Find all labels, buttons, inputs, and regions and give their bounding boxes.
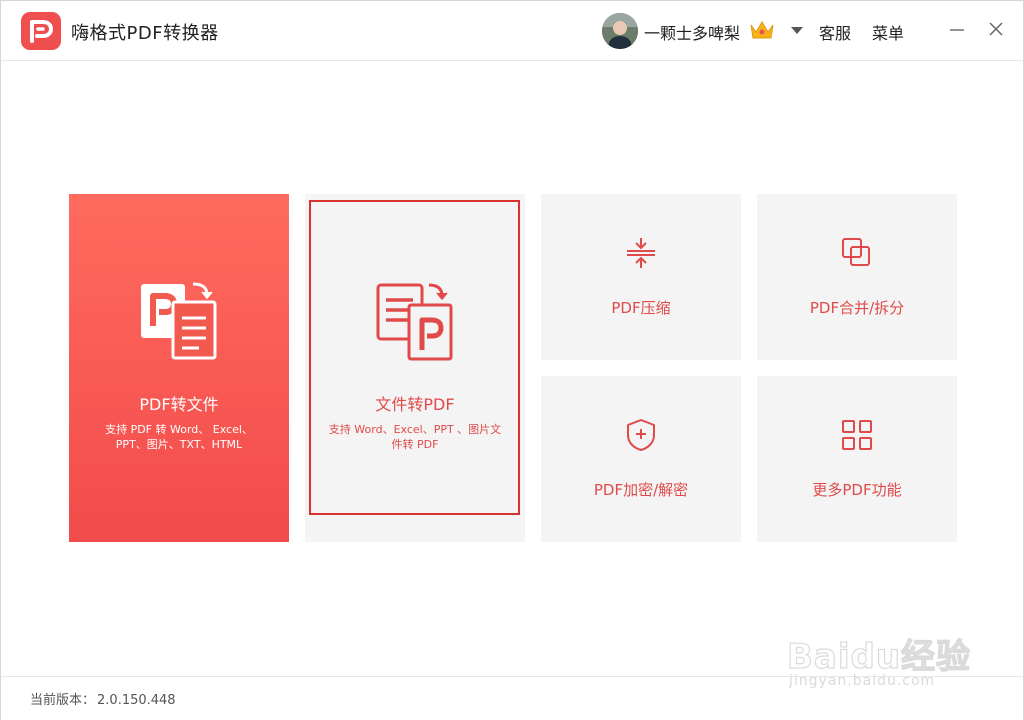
merge-squares-icon: [757, 236, 957, 270]
grid-icon: [757, 418, 957, 452]
crown-icon: [748, 19, 776, 45]
more-pdf-functions-title: 更多PDF功能: [812, 481, 902, 499]
version-info: 当前版本： 2.0.150.448: [30, 689, 176, 708]
file-to-pdf-card[interactable]: 文件转PDF 支持 Word、Excel、PPT 、图片文 件转 PDF: [305, 194, 525, 542]
pdf-merge-split-title: PDF合并/拆分: [809, 299, 905, 317]
pdf-to-document-icon: [69, 280, 289, 362]
file-to-pdf-desc-line1: 支持 Word、Excel、PPT 、图片文: [328, 423, 502, 436]
baidu-watermark: Baidu经验 jingyan.baidu.com: [786, 613, 977, 693]
app-title: 嗨格式PDF转换器: [71, 23, 219, 44]
customer-service-button[interactable]: 客服: [819, 20, 851, 44]
compress-icon: [541, 236, 741, 270]
version-number: 2.0.150.448: [97, 693, 176, 708]
pdf-p-logo-icon: [21, 12, 61, 50]
version-label: 当前版本：: [30, 693, 96, 708]
app-window: 嗨格式PDF转换器 一颗士多啤梨 客服 菜单 PDF转文件 支持 PDF 转 W…: [0, 0, 1024, 720]
pdf-compress-card[interactable]: PDF压缩: [541, 194, 741, 360]
pdf-to-file-desc: 支持 PDF 转 Word、 Excel、 PPT、图片、TXT、HTML: [83, 422, 275, 452]
file-to-pdf-desc-line2: 件转 PDF: [391, 438, 439, 451]
avatar[interactable]: [602, 13, 638, 49]
pdf-to-file-title: PDF转文件: [139, 395, 219, 414]
document-to-pdf-icon: [305, 282, 525, 362]
pdf-encrypt-title: PDF加密/解密: [593, 481, 689, 499]
pdf-compress-title: PDF压缩: [611, 299, 671, 317]
pdf-to-file-card[interactable]: PDF转文件 支持 PDF 转 Word、 Excel、 PPT、图片、TXT、…: [69, 194, 289, 542]
pdf-encrypt-card[interactable]: PDF加密/解密: [541, 376, 741, 542]
watermark-brand: Baidu经验: [786, 636, 972, 677]
menu-button[interactable]: 菜单: [872, 20, 904, 44]
pdf-to-file-desc-line2: PPT、图片、TXT、HTML: [115, 438, 243, 451]
watermark-url: jingyan.baidu.com: [789, 673, 936, 689]
file-to-pdf-title: 文件转PDF: [375, 395, 455, 414]
close-icon[interactable]: [986, 19, 1006, 39]
pdf-to-file-desc-line1: 支持 PDF 转 Word、 Excel、: [105, 423, 253, 436]
pdf-merge-split-card[interactable]: PDF合并/拆分: [757, 194, 957, 360]
title-bar: 嗨格式PDF转换器 一颗士多啤梨 客服 菜单: [1, 1, 1023, 61]
minimize-icon[interactable]: [947, 19, 967, 39]
username[interactable]: 一颗士多啤梨: [644, 20, 740, 44]
caret-down-icon[interactable]: [791, 27, 803, 34]
shield-plus-icon: [541, 418, 741, 452]
more-pdf-functions-card[interactable]: 更多PDF功能: [757, 376, 957, 542]
file-to-pdf-desc: 支持 Word、Excel、PPT 、图片文 件转 PDF: [319, 422, 511, 452]
